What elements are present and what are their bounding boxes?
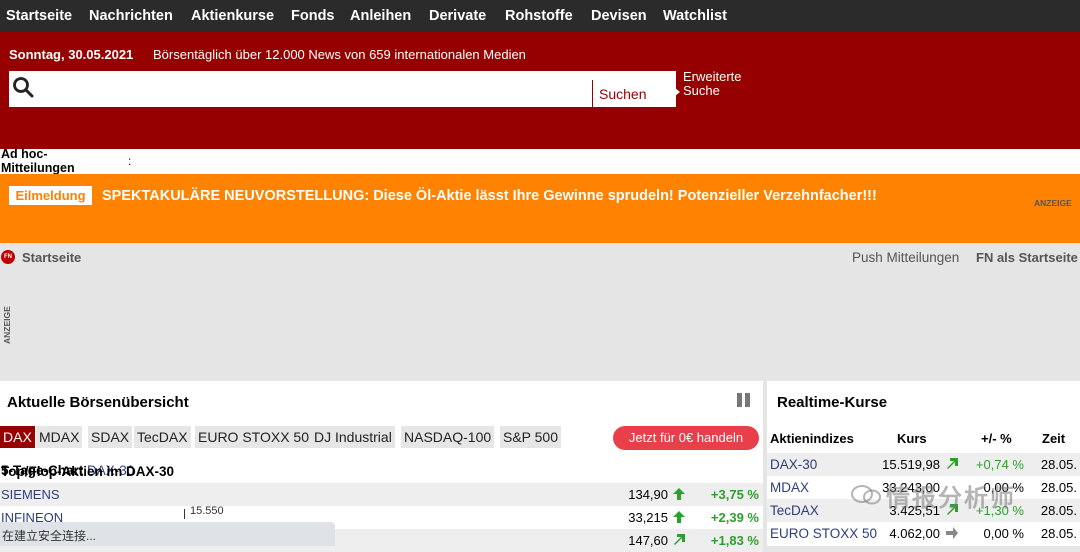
tab-mdax[interactable]: MDAX (36, 426, 83, 448)
index-name[interactable]: MDAX (770, 480, 809, 495)
index-name[interactable]: EURO STOXX 50 (770, 526, 877, 541)
index-time: 28.05. (1040, 526, 1077, 541)
index-row[interactable]: EURO STOXX 50 4.062,00 0,00 % 28.05. (767, 522, 1080, 545)
watermark-text: 情报分析师 (886, 485, 1016, 512)
index-change: 0,00 % (983, 526, 1024, 541)
index-kurs: 15.519,98 (882, 457, 940, 472)
breadcrumb-home[interactable]: Startseite (22, 250, 81, 265)
arrow-up-icon (673, 488, 685, 500)
adhoc-label-line1: Ad hoc- (1, 147, 48, 161)
adhoc-separator: : (128, 154, 132, 168)
col-header-time: Zeit (1042, 431, 1066, 446)
adhoc-bar (0, 149, 1080, 174)
tab-dj-industrial[interactable]: DJ Industrial (311, 426, 395, 448)
tab-dax[interactable]: DAX (0, 426, 35, 448)
col-header-change: +/- % (981, 431, 1012, 446)
stock-change: +3,75 % (710, 487, 759, 502)
advanced-search-label-1: Erweiterte (683, 69, 742, 84)
index-time: 28.05. (1040, 457, 1077, 472)
search-icon[interactable] (12, 76, 34, 98)
fn-logo-icon[interactable]: FN (1, 250, 15, 264)
index-time: 28.05. (1040, 503, 1077, 518)
table-row[interactable]: SIEMENS 134,90 +3,75 % (0, 483, 763, 506)
col-header-kurs: Kurs (897, 431, 927, 446)
breaking-headline[interactable]: SPEKTAKULÄRE NEUVORSTELLUNG: Diese Öl-Ak… (102, 188, 877, 204)
tab-sdax[interactable]: SDAX (88, 426, 133, 448)
stock-price: 33,215 (628, 510, 668, 525)
stock-price: 134,90 (628, 487, 668, 502)
nav-item-anleihen[interactable]: Anleihen (350, 8, 411, 24)
tab-euro-stoxx-50[interactable]: EURO STOXX 50 (195, 426, 313, 448)
nav-item-fonds[interactable]: Fonds (291, 8, 335, 24)
caret-right-icon (675, 88, 680, 96)
arrow-up-icon (673, 511, 685, 523)
current-date: Sonntag, 30.05.2021 (9, 47, 134, 62)
fn-startpage-link[interactable]: FN als Startseite (976, 250, 1078, 265)
chat-watermark-icon (851, 485, 881, 505)
nav-item-startseite[interactable]: Startseite (6, 8, 72, 24)
nav-item-devisen[interactable]: Devisen (591, 8, 647, 24)
index-name[interactable]: DAX-30 (770, 457, 817, 472)
browser-status-bar: 在建立安全连接... (0, 522, 335, 546)
index-time: 28.05. (1040, 480, 1077, 495)
top-nav: Startseite Nachrichten Aktienkurse Fonds… (0, 0, 1080, 32)
ad-label: ANZEIGE (1034, 198, 1072, 208)
nav-item-watchlist[interactable]: Watchlist (663, 8, 727, 24)
arrow-up-right-icon (674, 534, 685, 545)
search-divider (592, 80, 593, 107)
realtime-title: Realtime-Kurse (777, 394, 888, 411)
breaking-news-banner[interactable] (0, 174, 1080, 243)
breaking-badge: Eilmeldung (9, 186, 92, 205)
stock-change: +2,39 % (710, 510, 759, 525)
nav-item-nachrichten[interactable]: Nachrichten (89, 8, 173, 24)
adhoc-label-line2: Mitteilungen (1, 161, 75, 175)
index-change: +0,74 % (975, 457, 1024, 472)
index-row[interactable]: DAX-30 15.519,98 +0,74 % 28.05. (767, 453, 1080, 476)
arrow-up-right-icon (947, 458, 958, 469)
advanced-search-label-2: Suche (683, 83, 720, 98)
advanced-search-link[interactable]: Erweiterte Suche (683, 70, 742, 98)
side-ad-label: ANZEIGE (2, 306, 12, 344)
nav-item-rohstoffe[interactable]: Rohstoffe (505, 8, 573, 24)
tab-nasdaq-100[interactable]: NASDAQ-100 (401, 426, 495, 448)
index-name[interactable]: TecDAX (770, 503, 819, 518)
index-kurs: 4.062,00 (889, 526, 940, 541)
tab-sp500[interactable]: S&P 500 (500, 426, 562, 448)
chart-level-label: 15.550 (184, 505, 224, 519)
adhoc-label[interactable]: Ad hoc- Mitteilungen (1, 147, 75, 175)
top-flop-heading: Top/Flop-Aktien im DAX-30 (1, 464, 175, 479)
arrow-right-icon (946, 527, 958, 539)
pause-icon[interactable] (737, 393, 751, 407)
search-input[interactable] (9, 71, 676, 107)
col-header-name: Aktienindizes (770, 431, 854, 446)
tab-tecdax[interactable]: TecDAX (134, 426, 191, 448)
tagline: Börsentäglich über 12.000 News von 659 i… (153, 47, 526, 62)
stock-name[interactable]: SIEMENS (1, 487, 60, 502)
push-notifications-link[interactable]: Push Mitteilungen (852, 250, 959, 265)
nav-item-derivate[interactable]: Derivate (429, 8, 486, 24)
overview-title: Aktuelle Börsenübersicht (7, 394, 189, 411)
search-button[interactable]: Suchen (599, 86, 646, 102)
nav-item-aktienkurse[interactable]: Aktienkurse (191, 8, 274, 24)
trade-now-button[interactable]: Jetzt für 0€ handeln (613, 426, 759, 450)
chart-level-value: 15.550 (190, 505, 224, 517)
